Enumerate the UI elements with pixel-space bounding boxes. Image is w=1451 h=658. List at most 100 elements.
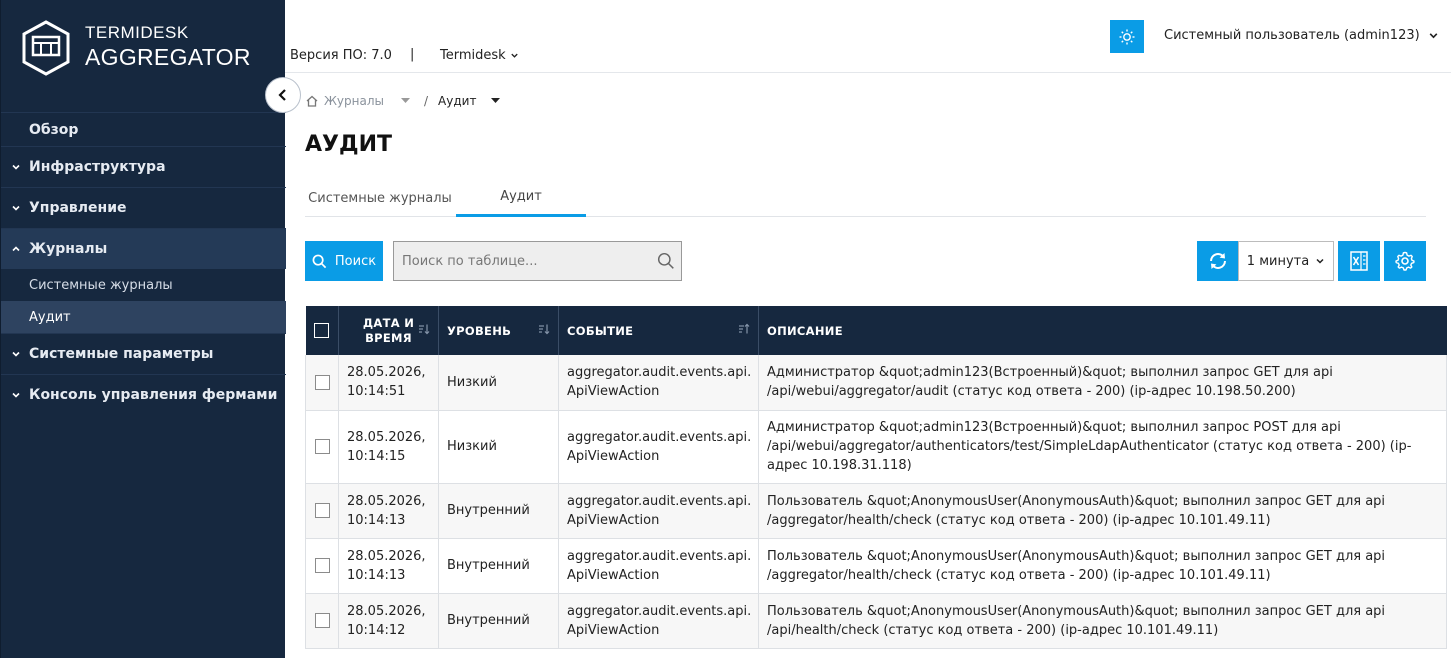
tab-audit[interactable]: Аудит xyxy=(456,179,586,217)
table-row[interactable]: 28.05.2026, 10:14:15 Низкий aggregator.au… xyxy=(305,410,1447,484)
cell-description: Администратор &quot;admin123(Встроенный)… xyxy=(758,355,1447,411)
logo-icon xyxy=(22,20,70,76)
sidebar-subitem-label: Аудит xyxy=(29,309,71,325)
sidebar-item-infrastructure[interactable]: Инфраструктура xyxy=(1,146,286,187)
cell-time-value: 10:14:13 xyxy=(347,567,406,583)
excel-icon xyxy=(1350,251,1368,271)
row-checkbox[interactable] xyxy=(314,613,330,628)
cell-description: Пользователь &quot;AnonymousUser(Anonymo… xyxy=(758,483,1447,539)
sidebar-item-management[interactable]: Управление xyxy=(1,187,286,228)
row-checkbox[interactable] xyxy=(314,439,330,454)
cell-date-value: 28.05.2026, xyxy=(347,603,426,619)
sidebar-item-label: Обзор xyxy=(29,121,79,138)
software-version: Версия ПО: 7.0 xyxy=(290,48,392,63)
cell-event-line1: aggregator.audit.events.api. xyxy=(567,429,752,445)
sidebar: TERMIDESK AGGREGATOR Обзор Инфраструктур… xyxy=(0,0,286,658)
sidebar-nav: Обзор Инфраструктура Управление Журналы xyxy=(1,112,286,415)
cell-event: aggregator.audit.events.api. ApiViewActio… xyxy=(558,410,759,484)
cell-date-value: 28.05.2026, xyxy=(347,429,426,445)
cell-date-value: 28.05.2026, xyxy=(347,365,426,381)
table-row[interactable]: 28.05.2026, 10:14:12 Внутренний aggregato… xyxy=(305,593,1447,649)
breadcrumb-journals[interactable]: Журналы xyxy=(305,94,410,108)
table-row[interactable]: 28.05.2026, 10:14:13 Внутренний aggregato… xyxy=(305,538,1447,594)
cell-time-value: 10:14:13 xyxy=(347,512,406,528)
chevron-down-icon xyxy=(1,349,29,359)
product-label: Termidesk xyxy=(440,48,506,63)
sidebar-item-label: Системные параметры xyxy=(29,346,214,362)
cell-time-value: 10:14:51 xyxy=(347,384,406,400)
search-icon xyxy=(657,252,674,269)
logo[interactable]: TERMIDESK AGGREGATOR xyxy=(21,20,251,76)
export-excel-button[interactable] xyxy=(1338,241,1380,281)
cell-event-line1: aggregator.audit.events.api. xyxy=(567,365,752,381)
sidebar-item-farm-console[interactable]: Консоль управления фермами xyxy=(1,374,286,415)
logo-line2: AGGREGATOR xyxy=(85,44,251,70)
cell-description: Пользователь &quot;AnonymousUser(Anonymo… xyxy=(758,593,1447,649)
cell-level: Низкий xyxy=(438,410,559,484)
sidebar-subitem-audit[interactable]: Аудит xyxy=(1,301,286,333)
breadcrumb: Журналы / Аудит xyxy=(305,94,501,108)
cell-date-value: 28.05.2026, xyxy=(347,493,426,509)
sidebar-item-label: Инфраструктура xyxy=(29,159,166,175)
sidebar-item-system-params[interactable]: Системные параметры xyxy=(1,333,286,374)
column-header-level-label: УРОВЕНЬ xyxy=(447,323,512,338)
row-select-cell xyxy=(305,355,339,411)
table-settings-button[interactable] xyxy=(1384,241,1426,281)
refresh-icon xyxy=(1210,253,1226,269)
table-search-input[interactable] xyxy=(393,241,682,281)
cell-event-line1: aggregator.audit.events.api. xyxy=(567,603,752,619)
cell-level: Низкий xyxy=(438,355,559,411)
table-toolbar: Поиск 1 минута xyxy=(305,241,1426,281)
cell-time-value: 10:14:12 xyxy=(347,622,406,638)
sidebar-subitem-system-journals[interactable]: Системные журналы xyxy=(1,269,286,301)
breadcrumb-audit[interactable]: Аудит xyxy=(438,94,501,108)
table-row[interactable]: 28.05.2026, 10:14:13 Внутренний aggregato… xyxy=(305,483,1447,539)
cell-description: Администратор &quot;admin123(Встроенный)… xyxy=(758,410,1447,484)
product-dropdown[interactable]: Termidesk xyxy=(440,48,519,63)
user-menu[interactable]: Системный пользователь (admin123) xyxy=(1164,28,1439,43)
cell-level: Внутренний xyxy=(438,483,559,539)
chevron-down-icon xyxy=(1,203,29,213)
cell-date: 28.05.2026, 10:14:13 xyxy=(338,538,439,594)
refresh-interval-select[interactable]: 1 минута xyxy=(1238,241,1334,281)
table-header-row: ДАТА И ВРЕМЯ УРОВЕНЬ СОБЫТИЕ ОПИСАНИЕ xyxy=(305,306,1447,355)
column-header-event[interactable]: СОБЫТИЕ xyxy=(558,306,759,355)
tabs: Системные журналы Аудит xyxy=(305,179,1426,217)
column-header-level[interactable]: УРОВЕНЬ xyxy=(438,306,559,355)
chevron-down-icon xyxy=(1316,258,1324,264)
chevron-down-icon xyxy=(1,390,29,400)
row-checkbox[interactable] xyxy=(314,558,330,573)
column-header-date[interactable]: ДАТА И ВРЕМЯ xyxy=(338,306,439,355)
chevron-down-icon xyxy=(1,162,29,172)
page-title: АУДИТ xyxy=(305,132,393,157)
breadcrumb-separator: / xyxy=(424,94,429,108)
sidebar-item-journals[interactable]: Журналы xyxy=(1,228,286,269)
select-all-checkbox[interactable] xyxy=(314,323,330,338)
sidebar-subitem-label: Системные журналы xyxy=(29,277,173,293)
row-checkbox[interactable] xyxy=(314,374,330,390)
cell-event-line1: aggregator.audit.events.api. xyxy=(567,493,752,509)
cell-event: aggregator.audit.events.api. ApiViewActio… xyxy=(558,593,759,649)
refresh-button[interactable] xyxy=(1197,241,1239,281)
collapse-chevron-icon xyxy=(278,89,286,101)
theme-toggle-button[interactable] xyxy=(1110,20,1144,53)
breadcrumb-parent-label: Журналы xyxy=(324,94,384,108)
caret-down-icon xyxy=(491,98,501,103)
sidebar-collapse-button[interactable] xyxy=(265,77,301,113)
sun-icon xyxy=(1119,29,1135,44)
cell-event: aggregator.audit.events.api. ApiViewActio… xyxy=(558,538,759,594)
cell-event-line2: ApiViewAction xyxy=(567,622,660,638)
top-bar: Версия ПО: 7.0 | Termidesk Системный пол… xyxy=(285,0,1451,73)
cell-description: Пользователь &quot;AnonymousUser(Anonymo… xyxy=(758,538,1447,594)
table-row[interactable]: 28.05.2026, 10:14:51 Низкий aggregator.au… xyxy=(305,355,1447,411)
search-button[interactable]: Поиск xyxy=(305,241,383,281)
row-checkbox[interactable] xyxy=(314,503,330,518)
tab-system-journals[interactable]: Системные журналы xyxy=(305,179,455,217)
sidebar-item-overview[interactable]: Обзор xyxy=(1,112,286,146)
logo-line1: TERMIDESK xyxy=(85,23,189,42)
cell-event: aggregator.audit.events.api. ApiViewActio… xyxy=(558,483,759,539)
search-icon xyxy=(312,254,327,268)
row-select-cell xyxy=(305,483,339,539)
select-all-cell xyxy=(305,306,339,355)
cell-event-line2: ApiViewAction xyxy=(567,512,660,528)
